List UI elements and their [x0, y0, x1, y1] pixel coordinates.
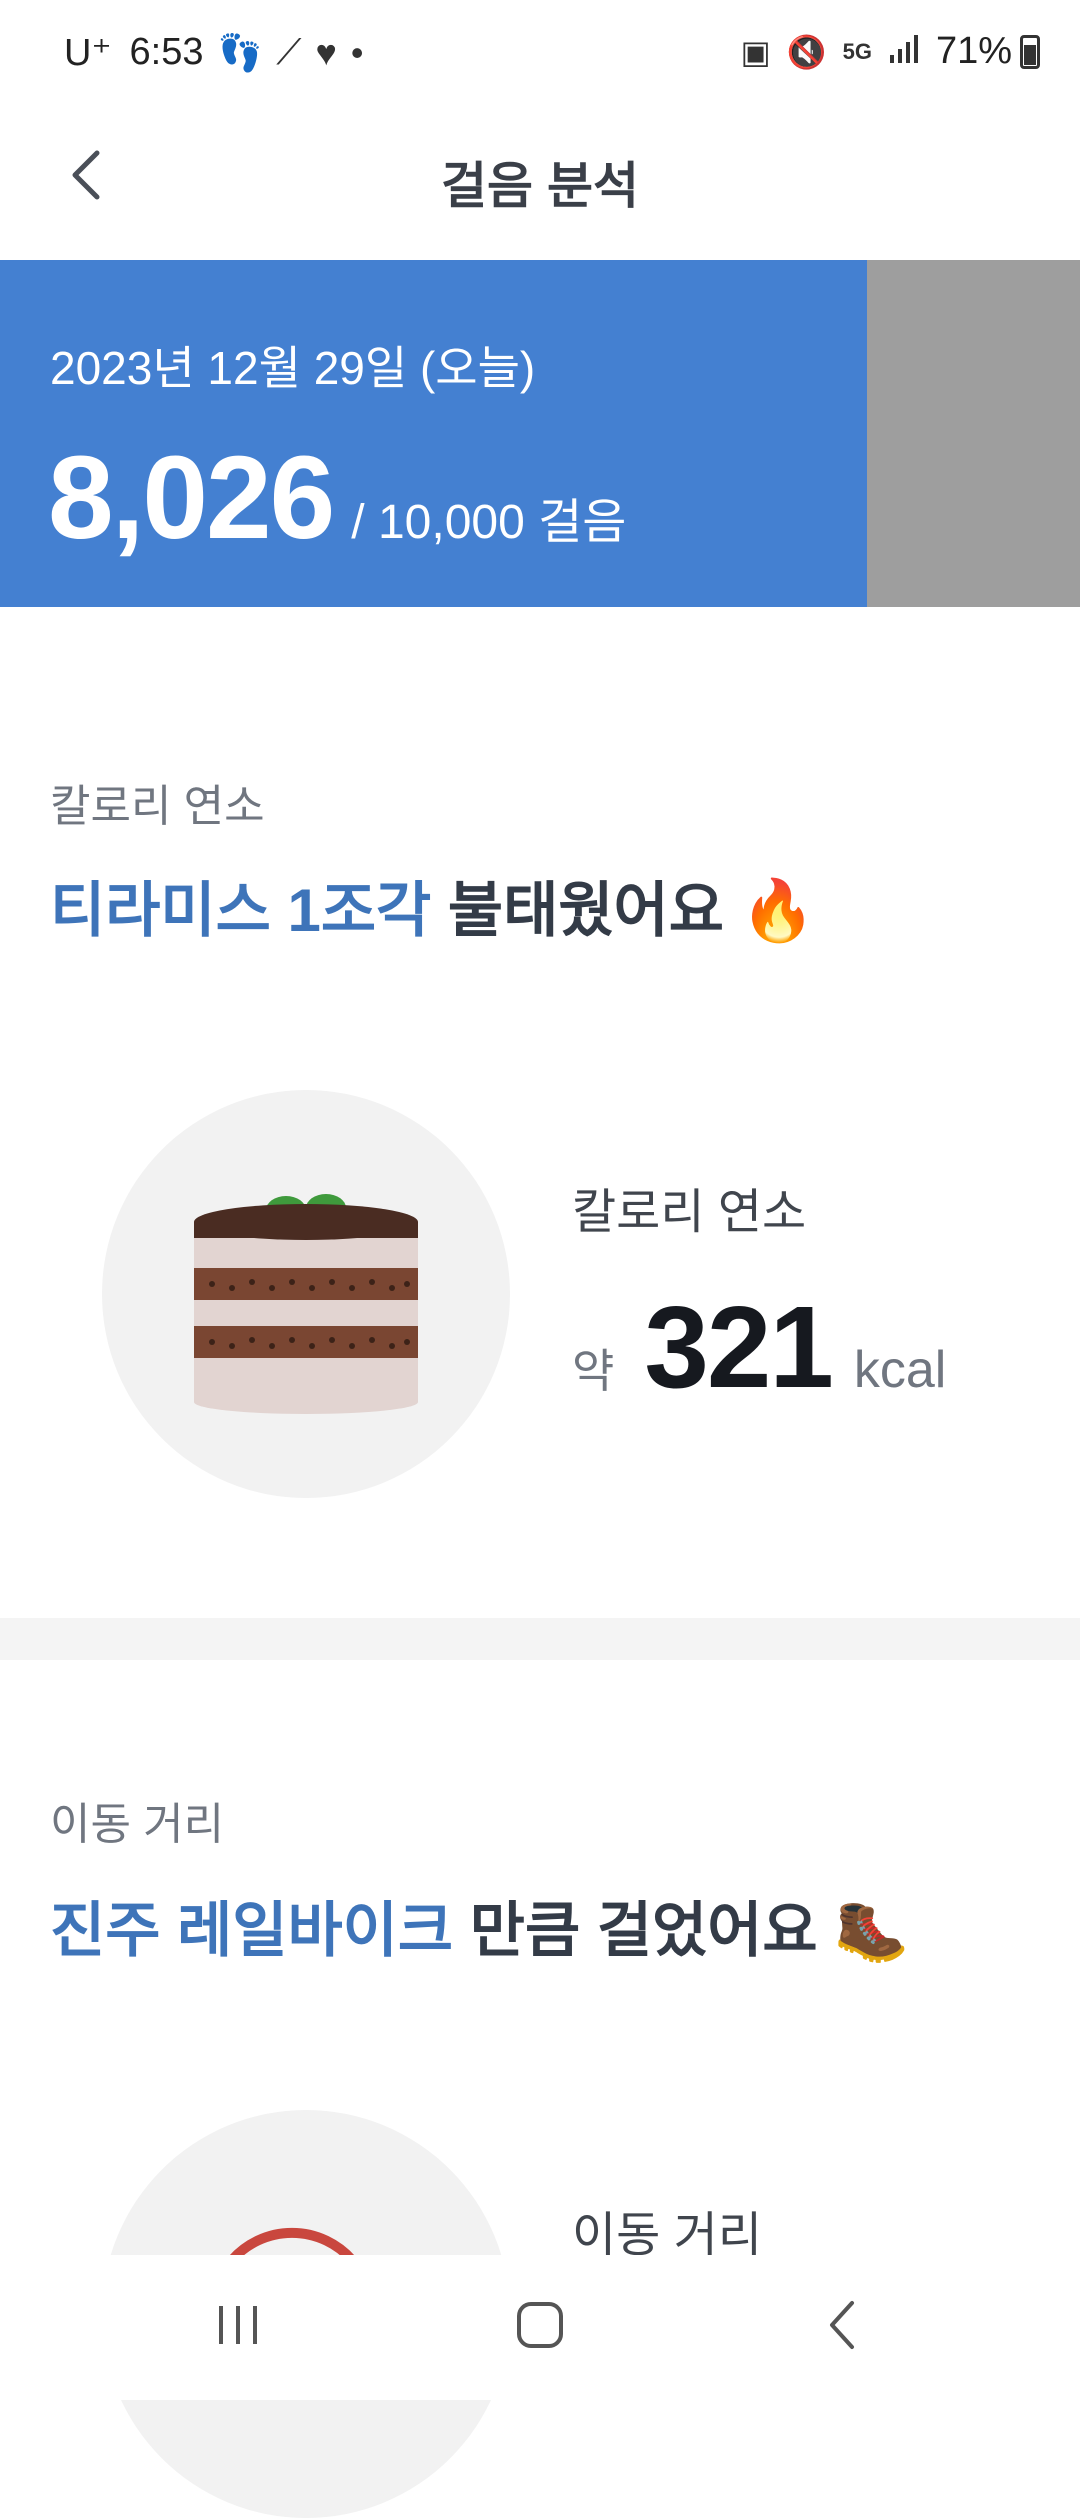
step-date: 2023년 12월 29일 (오늘): [50, 342, 536, 394]
battery-percent: 71%: [935, 30, 1012, 72]
heart-icon: ♥: [315, 31, 337, 73]
calories-stat-label: 칼로리 연소: [572, 1186, 807, 1239]
recent-apps-button[interactable]: [178, 2285, 298, 2365]
carrier-label: U⁺: [64, 32, 112, 74]
tiramisu-cake-icon: [194, 1194, 418, 1414]
back-nav-button[interactable]: [782, 2285, 902, 2365]
calories-headline-highlight: 티라미스 1조각: [50, 877, 432, 944]
network-5g-icon: 5G: [842, 38, 872, 64]
home-icon: [517, 2302, 563, 2348]
distance-section-label: 이동 거리: [50, 1800, 225, 1849]
battery-icon: [1020, 34, 1040, 69]
calories-prefix: 약: [572, 1345, 615, 1397]
footsteps-icon: 👣: [217, 31, 263, 73]
calories-unit: kcal: [853, 1341, 947, 1399]
signal-icon: [888, 33, 920, 71]
status-right: ▣ 🔇 5G 71%: [740, 30, 1040, 73]
clock: 6:53: [129, 31, 204, 73]
shoe-icon: ⟋: [276, 31, 302, 72]
calories-value: 321: [644, 1282, 834, 1412]
step-progress-banner: 2023년 12월 29일 (오늘) 8,026 / 10,000 걸음: [0, 260, 1080, 607]
distance-headline-highlight: 진주 레일바이크: [50, 1897, 454, 1964]
steps-current: 8,026: [48, 432, 335, 564]
tiramisu-illustration: [102, 1090, 510, 1498]
page-title: 걸음 분석: [441, 158, 639, 214]
status-bar: U⁺ 6:53 👣 ⟋ ♥ • ▣ 🔇 5G 71%: [0, 0, 1080, 110]
back-nav-icon: [830, 2301, 854, 2349]
app-header: 걸음 분석: [0, 110, 1080, 260]
status-left: U⁺ 6:53 👣 ⟋ ♥ •: [64, 30, 363, 75]
battery-saver-icon: ▣: [740, 33, 771, 70]
step-count: 8,026 / 10,000 걸음: [48, 430, 626, 566]
recent-apps-icon: [219, 2306, 257, 2344]
home-button[interactable]: [480, 2285, 600, 2365]
mute-icon: 🔇: [786, 33, 827, 70]
steps-goal: / 10,000 걸음: [351, 496, 627, 549]
calories-section-label: 칼로리 연소: [50, 782, 265, 831]
more-notifications-icon: •: [350, 31, 364, 73]
section-divider: [0, 1618, 1080, 1660]
distance-headline-rest: 만큼 걸었어요 🥾: [453, 1897, 909, 1964]
calories-headline-rest: 불태웠어요 🔥: [431, 877, 816, 944]
calories-stat: 약 321 kcal: [572, 1280, 946, 1414]
system-nav-bar: [0, 2255, 1080, 2400]
calories-headline: 티라미스 1조각 불태웠어요 🔥: [50, 862, 815, 949]
distance-headline: 진주 레일바이크 만큼 걸었어요 🥾: [50, 1882, 909, 1969]
